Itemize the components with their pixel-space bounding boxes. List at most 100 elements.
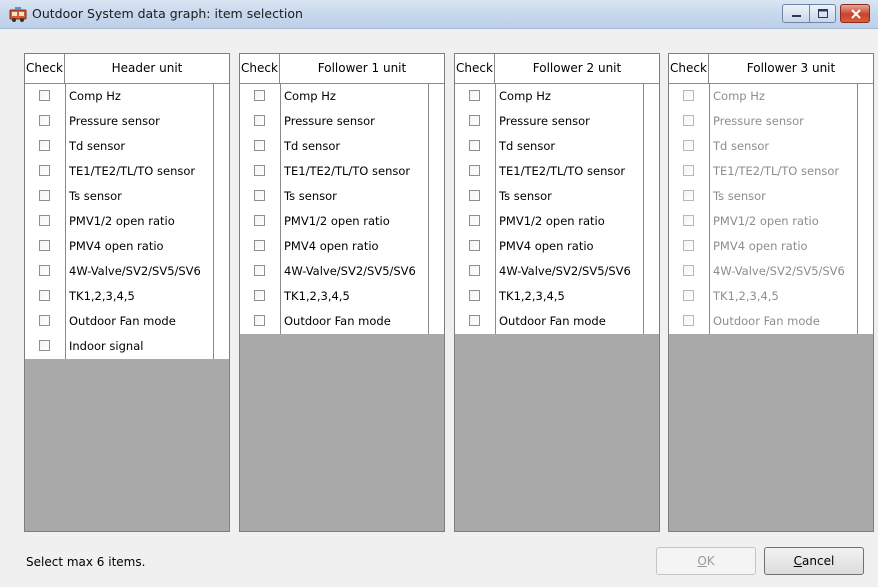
ok-button: OK — [656, 547, 756, 575]
list-item: TK1,2,3,4,5 — [25, 284, 229, 309]
list-item: Pressure sensor — [25, 109, 229, 134]
item-label: PMV4 open ratio — [499, 239, 594, 253]
item-checkbox[interactable] — [39, 215, 50, 226]
item-checkbox[interactable] — [254, 165, 265, 176]
list-item: TE1/TE2/TL/TO sensor — [240, 159, 444, 184]
item-checkbox[interactable] — [254, 265, 265, 276]
list-item: Comp Hz — [455, 84, 659, 109]
item-checkbox — [683, 265, 694, 276]
list-item: Outdoor Fan mode — [240, 309, 444, 334]
panel-follower-3-unit: Check Follower 3 unit Comp Hz Pressure s… — [668, 53, 874, 532]
list-item: Outdoor Fan mode — [455, 309, 659, 334]
item-checkbox — [683, 190, 694, 201]
item-checkbox[interactable] — [254, 140, 265, 151]
item-checkbox[interactable] — [39, 165, 50, 176]
list-item: Comp Hz — [669, 84, 873, 109]
item-checkbox[interactable] — [254, 190, 265, 201]
item-checkbox — [683, 215, 694, 226]
item-checkbox — [683, 315, 694, 326]
item-checkbox[interactable] — [469, 115, 480, 126]
item-label: PMV4 open ratio — [713, 239, 808, 253]
maximize-button[interactable] — [809, 4, 836, 23]
panel-follower-2-unit: Check Follower 2 unit Comp Hz Pressure s… — [454, 53, 660, 532]
list-item: PMV1/2 open ratio — [240, 209, 444, 234]
item-label: 4W-Valve/SV2/SV5/SV6 — [69, 264, 201, 278]
check-column-header: Check — [455, 54, 495, 83]
item-label: Comp Hz — [284, 89, 336, 103]
item-checkbox[interactable] — [469, 190, 480, 201]
panel-header-unit: Check Header unit Comp Hz Pressure senso… — [24, 53, 230, 532]
item-checkbox[interactable] — [254, 290, 265, 301]
item-label: Td sensor — [69, 139, 126, 153]
item-label: TK1,2,3,4,5 — [499, 289, 565, 303]
list-item: Ts sensor — [240, 184, 444, 209]
minimize-button[interactable] — [782, 4, 810, 23]
list-item: TK1,2,3,4,5 — [669, 284, 873, 309]
item-checkbox[interactable] — [39, 340, 50, 351]
item-label: PMV1/2 open ratio — [69, 214, 175, 228]
item-checkbox[interactable] — [254, 115, 265, 126]
list-item: PMV1/2 open ratio — [25, 209, 229, 234]
minimize-icon — [792, 15, 801, 17]
panel-header-row: Check Header unit — [25, 54, 229, 84]
item-checkbox[interactable] — [39, 140, 50, 151]
item-checkbox[interactable] — [39, 90, 50, 101]
item-checkbox[interactable] — [469, 165, 480, 176]
item-label: Comp Hz — [713, 89, 765, 103]
list-item: Indoor signal — [25, 334, 229, 359]
item-checkbox[interactable] — [469, 215, 480, 226]
list-item: PMV1/2 open ratio — [455, 209, 659, 234]
item-checkbox[interactable] — [254, 215, 265, 226]
item-checkbox[interactable] — [39, 190, 50, 201]
list-item: PMV4 open ratio — [240, 234, 444, 259]
item-checkbox[interactable] — [39, 315, 50, 326]
item-list: Comp Hz Pressure sensor Td sensor TE1/TE… — [455, 84, 659, 334]
item-label: Outdoor Fan mode — [713, 314, 820, 328]
item-checkbox[interactable] — [39, 115, 50, 126]
item-checkbox[interactable] — [39, 265, 50, 276]
panel-header-row: Check Follower 3 unit — [669, 54, 873, 84]
list-item: PMV4 open ratio — [25, 234, 229, 259]
item-checkbox — [683, 165, 694, 176]
cancel-mnemonic: C — [793, 554, 803, 568]
item-checkbox[interactable] — [254, 315, 265, 326]
check-column-header: Check — [240, 54, 280, 83]
item-checkbox[interactable] — [469, 240, 480, 251]
list-item: Pressure sensor — [455, 109, 659, 134]
list-item: Td sensor — [455, 134, 659, 159]
item-checkbox[interactable] — [469, 265, 480, 276]
item-checkbox[interactable] — [469, 315, 480, 326]
item-checkbox[interactable] — [469, 90, 480, 101]
list-item: Ts sensor — [455, 184, 659, 209]
item-list: Comp Hz Pressure sensor Td sensor TE1/TE… — [669, 84, 873, 334]
list-item: Td sensor — [240, 134, 444, 159]
item-label: Td sensor — [499, 139, 556, 153]
close-button[interactable] — [840, 4, 870, 23]
list-item: TK1,2,3,4,5 — [240, 284, 444, 309]
item-label: Ts sensor — [499, 189, 552, 203]
item-label: 4W-Valve/SV2/SV5/SV6 — [284, 264, 416, 278]
item-label: TE1/TE2/TL/TO sensor — [69, 164, 196, 178]
item-label: Td sensor — [713, 139, 770, 153]
item-label: TE1/TE2/TL/TO sensor — [499, 164, 626, 178]
list-item: Ts sensor — [25, 184, 229, 209]
item-label: Pressure sensor — [69, 114, 160, 128]
app-icon — [9, 7, 27, 22]
item-label: TK1,2,3,4,5 — [713, 289, 779, 303]
item-label: TK1,2,3,4,5 — [69, 289, 135, 303]
item-checkbox[interactable] — [469, 290, 480, 301]
item-checkbox[interactable] — [39, 290, 50, 301]
cancel-button[interactable]: Cancel — [764, 547, 864, 575]
item-checkbox — [683, 240, 694, 251]
item-checkbox[interactable] — [469, 140, 480, 151]
list-item: Comp Hz — [25, 84, 229, 109]
list-item: 4W-Valve/SV2/SV5/SV6 — [240, 259, 444, 284]
item-label: Ts sensor — [713, 189, 766, 203]
check-column-header: Check — [669, 54, 709, 83]
item-checkbox[interactable] — [254, 90, 265, 101]
item-label: Pressure sensor — [284, 114, 375, 128]
item-checkbox[interactable] — [39, 240, 50, 251]
list-item: PMV1/2 open ratio — [669, 209, 873, 234]
item-checkbox[interactable] — [254, 240, 265, 251]
panel-header-row: Check Follower 1 unit — [240, 54, 444, 84]
